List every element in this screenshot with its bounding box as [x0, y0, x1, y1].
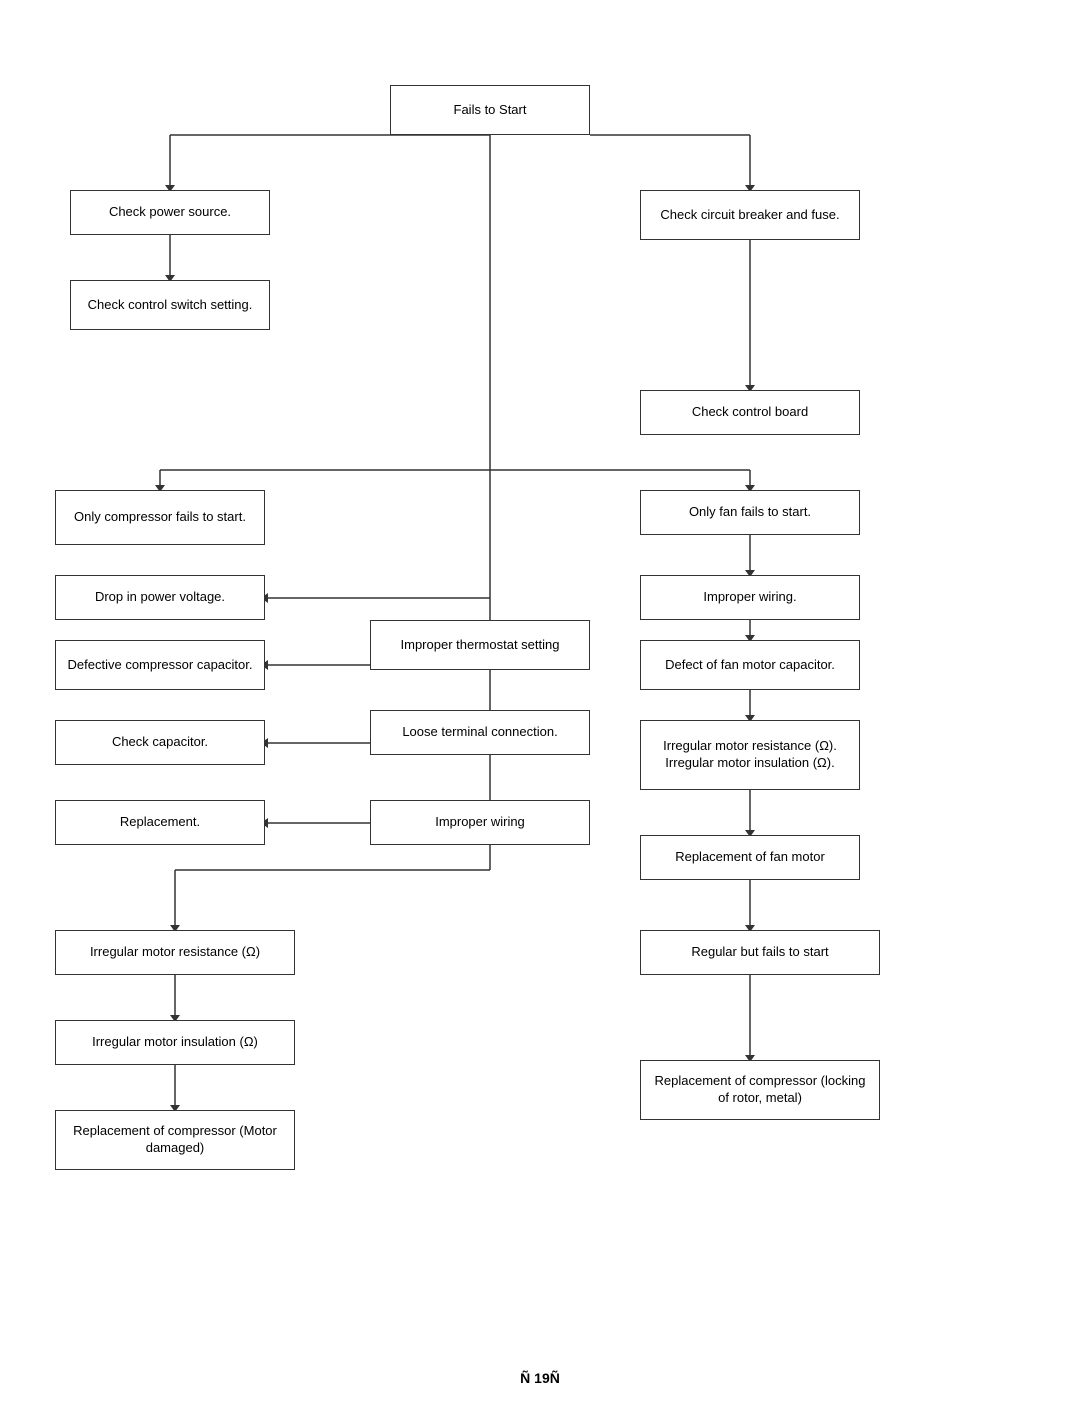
box-defect-fan-cap: Defect of fan motor capacitor.: [640, 640, 860, 690]
box-check-power: Check power source.: [70, 190, 270, 235]
box-irregular-motor-res-left: Irregular motor resistance (Ω): [55, 930, 295, 975]
box-replacement-fan: Replacement of fan motor: [640, 835, 860, 880]
irregular-motor-text-right: Irregular motor resistance (Ω). Irregula…: [663, 738, 837, 772]
box-only-compressor: Only compressor fails to start.: [55, 490, 265, 545]
flowchart-diagram: Fails to Start Check power source. Check…: [0, 0, 1080, 1360]
box-replacement-compressor-right: Replacement of compressor (locking of ro…: [640, 1060, 880, 1120]
box-check-control-switch: Check control switch setting.: [70, 280, 270, 330]
box-replacement-compressor-left: Replacement of compressor (Motor damaged…: [55, 1110, 295, 1170]
box-only-fan: Only fan fails to start.: [640, 490, 860, 535]
box-defective-compressor: Defective compressor capacitor.: [55, 640, 265, 690]
box-improper-wiring-right: Improper wiring.: [640, 575, 860, 620]
box-regular-fails: Regular but fails to start: [640, 930, 880, 975]
box-irregular-motor-ins-left: Irregular motor insulation (Ω): [55, 1020, 295, 1065]
box-replacement-left: Replacement.: [55, 800, 265, 845]
page-footer: Ñ 19Ñ: [0, 1360, 1080, 1396]
box-improper-thermostat: Improper thermostat setting: [370, 620, 590, 670]
box-loose-terminal: Loose terminal connection.: [370, 710, 590, 755]
box-irregular-motor-res-right: Irregular motor resistance (Ω). Irregula…: [640, 720, 860, 790]
box-fails-to-start: Fails to Start: [390, 85, 590, 135]
box-check-capacitor: Check capacitor.: [55, 720, 265, 765]
box-check-control-board: Check control board: [640, 390, 860, 435]
box-check-circuit: Check circuit breaker and fuse.: [640, 190, 860, 240]
box-drop-power: Drop in power voltage.: [55, 575, 265, 620]
box-improper-wiring-mid: Improper wiring: [370, 800, 590, 845]
